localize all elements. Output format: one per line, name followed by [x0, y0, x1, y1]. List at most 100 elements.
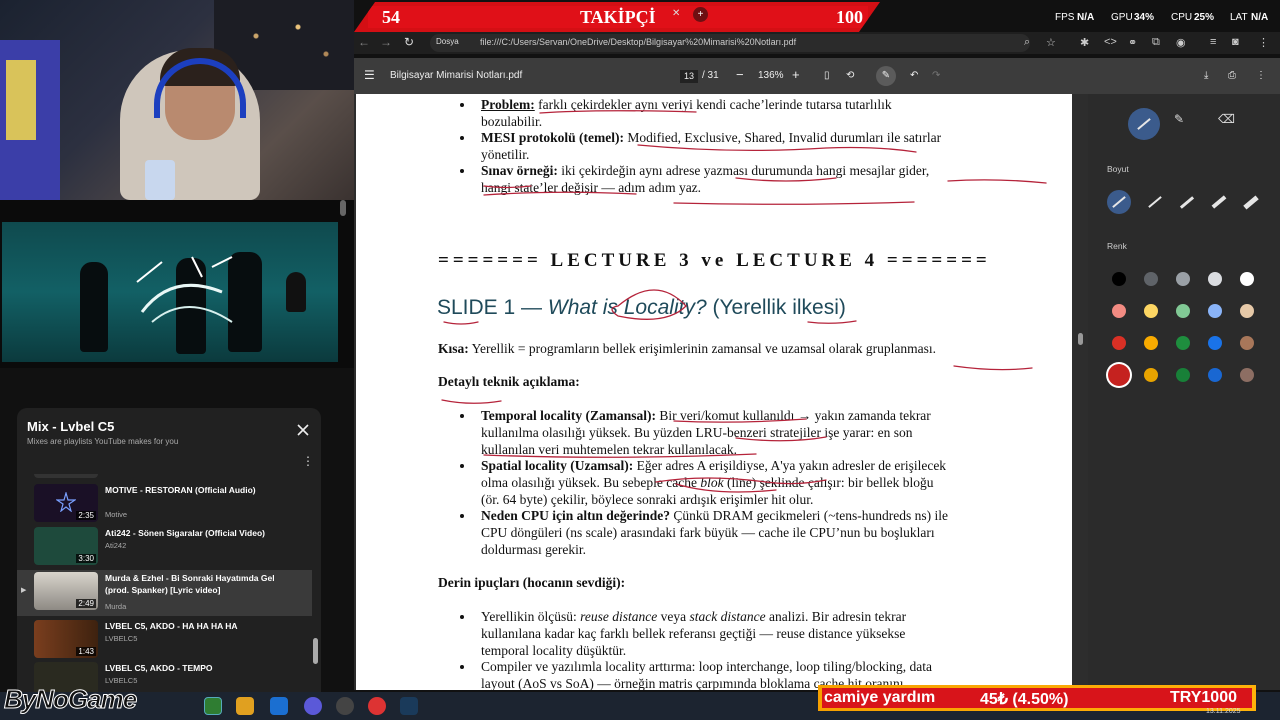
color-swatch[interactable]	[1144, 336, 1158, 350]
back-icon[interactable]: ←	[358, 35, 370, 49]
bookmark-star-icon[interactable]: ☆	[1046, 36, 1056, 49]
cpu-label: CPU	[1171, 12, 1193, 23]
fit-page-icon[interactable]: ▯	[824, 70, 830, 81]
color-swatch[interactable]	[1144, 272, 1158, 286]
color-swatch[interactable]	[1240, 336, 1254, 350]
playlist-item[interactable]: 3:30 Ati242 - Sönen Sigaralar (Official …	[17, 525, 312, 571]
sinav-line: Sınav örneği: iki çekirdeğin aynı adrese…	[481, 163, 929, 179]
rotate-icon[interactable]: ⟲	[846, 70, 854, 81]
size-option-1[interactable]	[1107, 190, 1131, 214]
thumbnail: 3:30	[34, 527, 98, 565]
color-swatch[interactable]	[1176, 368, 1190, 382]
zoom-in-icon[interactable]: +	[792, 67, 800, 82]
color-swatch[interactable]	[1176, 336, 1190, 350]
color-swatch[interactable]	[1144, 368, 1158, 382]
browser-taskbar-icon[interactable]	[368, 697, 386, 715]
tab-close-icon[interactable]: ✕	[672, 8, 680, 19]
print-icon[interactable]: ⎙	[1228, 70, 1236, 81]
playlist-items: 2:35 MOTIVE - RESTORAN (Official Audio) …	[17, 474, 321, 692]
chrome-taskbar-icon[interactable]	[204, 697, 222, 715]
pen-glyph	[1137, 118, 1151, 130]
ink-annotations	[441, 110, 1047, 493]
problem-label: Problem:	[481, 97, 535, 112]
camera-icon[interactable]: ◉	[1176, 36, 1186, 49]
pdf-scrollbar[interactable]	[1078, 333, 1083, 345]
annotate-icon[interactable]: ✎	[876, 66, 896, 86]
color-swatch[interactable]	[1208, 368, 1222, 382]
close-icon[interactable]	[296, 423, 310, 437]
store-taskbar-icon[interactable]	[270, 697, 288, 715]
spatial-text-2a: olma olasılığı yüksek. Bu sebeple cache	[481, 475, 701, 490]
eraser-tool-icon[interactable]: ⌫	[1218, 112, 1235, 126]
protocol-chip[interactable]: Dosya	[436, 37, 459, 46]
tip1-i2: stack distance	[689, 609, 766, 624]
url-text[interactable]: file:///C:/Users/Servan/OneDrive/Desktop…	[480, 37, 796, 47]
zoom-icon[interactable]: ⌕	[1024, 36, 1030, 49]
download-icon[interactable]: ⤓	[1204, 70, 1208, 81]
size-option-5[interactable]	[1239, 190, 1263, 214]
cpu-line-1: Neden CPU için altın değerinde? Çünkü DR…	[481, 508, 948, 524]
color-swatch[interactable]	[1240, 368, 1254, 382]
playlist-item-active[interactable]: ▶ 2:49 Murda & Ezhel - Bi Sonraki Hayatı…	[17, 570, 312, 616]
color-swatch[interactable]	[1240, 272, 1254, 286]
color-swatch[interactable]	[1108, 364, 1130, 386]
color-swatch[interactable]	[1176, 272, 1190, 286]
video-player[interactable]	[2, 222, 338, 362]
translate-icon[interactable]: ⧉	[1152, 36, 1160, 49]
menu-icon[interactable]: ⋮	[1258, 36, 1269, 49]
hamburger-menu-icon[interactable]: ☰	[364, 68, 375, 82]
color-swatch[interactable]	[1112, 336, 1126, 350]
ink-stroke	[953, 365, 1033, 371]
url-box[interactable]: Dosya file:///C:/Users/Servan/OneDrive/D…	[430, 34, 1030, 52]
spatial-line-1: Spatial locality (Uzamsal): Eğer adres A…	[481, 458, 946, 474]
page-number-input[interactable]: 13	[680, 70, 698, 83]
code-icon[interactable]: <>	[1104, 36, 1117, 48]
forward-icon[interactable]: →	[380, 35, 392, 49]
gpu-value: 34%	[1134, 12, 1155, 23]
files-taskbar-icon[interactable]	[236, 697, 254, 715]
more-options-icon[interactable]: ⋮	[302, 454, 314, 468]
zoom-level[interactable]: 136%	[758, 70, 784, 81]
new-tab-icon[interactable]: +	[693, 7, 708, 22]
thumbnail: 2:35	[34, 484, 98, 522]
playlist-item[interactable]: 1:43 LVBEL C5, AKDO - HA HA HA HA LVBELC…	[17, 618, 312, 664]
zoom-out-icon[interactable]: −	[736, 67, 744, 82]
color-swatch[interactable]	[1112, 304, 1126, 318]
color-swatch[interactable]	[1176, 304, 1190, 318]
playlist-scrollbar[interactable]	[313, 638, 318, 664]
pen-tool-icon[interactable]	[1128, 108, 1160, 140]
size-option-3[interactable]	[1175, 190, 1199, 214]
playlist-item[interactable]: 2:35 MOTIVE - RESTORAN (Official Audio) …	[17, 482, 312, 528]
redo-icon[interactable]: ↷	[932, 70, 940, 81]
tip1-c: analizi. Bir adresin tekrar	[765, 609, 907, 624]
color-swatch[interactable]	[1240, 304, 1254, 318]
color-swatch[interactable]	[1208, 272, 1222, 286]
color-swatch[interactable]	[1144, 304, 1158, 318]
extension-icon[interactable]: ✱	[1080, 36, 1089, 49]
undo-icon[interactable]: ↶	[910, 70, 918, 81]
reload-icon[interactable]: ↻	[404, 35, 414, 49]
video-sparks	[136, 256, 233, 323]
obs-taskbar-icon[interactable]	[336, 697, 354, 715]
profile-icon[interactable]: ◙	[1232, 36, 1239, 48]
playlist-icon[interactable]: ≡	[1210, 36, 1216, 48]
color-swatch[interactable]	[1208, 336, 1222, 350]
link-icon[interactable]: ⚭	[1128, 36, 1137, 49]
slide-suffix: (Yerellik ilkesi)	[706, 296, 846, 319]
size-option-2[interactable]	[1143, 190, 1167, 214]
video-figure	[80, 262, 108, 352]
scrollbar-thumb[interactable]	[340, 200, 346, 216]
color-swatch[interactable]	[1112, 272, 1126, 286]
item-channel: Murda	[105, 602, 127, 611]
steam-taskbar-icon[interactable]	[400, 697, 418, 715]
color-swatch[interactable]	[1208, 304, 1222, 318]
more-icon[interactable]: ⋮	[1256, 70, 1266, 81]
temporal-label: Temporal locality (Zamansal):	[481, 408, 656, 423]
ink-stroke	[947, 179, 1047, 184]
highlighter-tool-icon[interactable]: ✎	[1174, 112, 1184, 126]
size-option-4[interactable]	[1207, 190, 1231, 214]
fps-value: N/A	[1077, 12, 1095, 23]
derin-heading: Derin ipuçları (hocanın sevdiği):	[438, 575, 626, 590]
discord-taskbar-icon[interactable]	[304, 697, 322, 715]
donation-name: camiye yardım	[824, 689, 936, 706]
